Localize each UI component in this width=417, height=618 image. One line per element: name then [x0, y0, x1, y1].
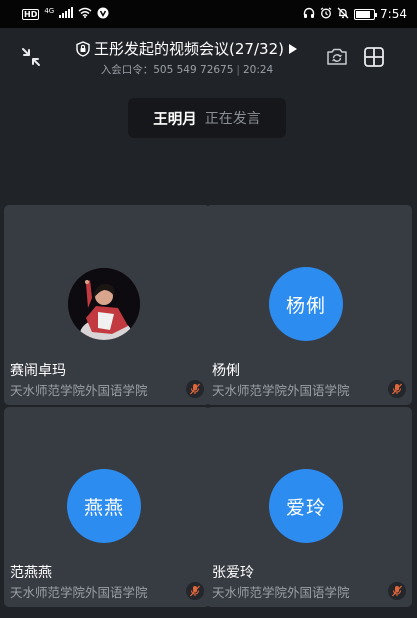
mic-muted-icon	[388, 582, 406, 600]
participant-org: 天水师范学院外国语学院	[10, 383, 148, 398]
mic-muted-icon	[186, 380, 204, 398]
participant-avatar: 爱玲	[269, 469, 343, 543]
active-speaker-name: 王明月	[153, 111, 197, 128]
wifi-icon	[78, 7, 92, 21]
participant-tile[interactable]: 赛闹卓玛 天水师范学院外国语学院	[4, 205, 210, 405]
active-speaker-indicator: 王明月 正在发言	[128, 98, 286, 138]
hd-badge: HD	[22, 8, 40, 20]
network-type: 4G	[44, 7, 55, 15]
headset-icon	[303, 7, 315, 22]
alarm-icon	[320, 7, 332, 22]
switch-camera-button[interactable]	[324, 44, 350, 70]
title-row: 王彤发起的视频会议(27/32)	[64, 38, 310, 59]
vpn-icon	[97, 7, 109, 22]
meeting-code: 505 549 72675	[153, 64, 234, 76]
participant-name: 杨俐	[212, 363, 240, 379]
participant-tile[interactable]: 燕燕 范燕燕 天水师范学院外国语学院	[4, 407, 210, 607]
participant-name: 张爱玲	[212, 565, 254, 581]
meeting-header: 王彤发起的视频会议(27/32) 入会口令：505 549 72675 | 20:2…	[0, 28, 417, 86]
participant-avatar: 燕燕	[67, 469, 141, 543]
signal-icon	[59, 7, 74, 21]
participant-name: 范燕燕	[10, 565, 52, 581]
participant-photo	[68, 268, 140, 340]
collapse-icon	[22, 48, 40, 66]
participant-avatar: 杨俐	[269, 267, 343, 341]
status-right: 7:54	[303, 7, 407, 22]
grid-view-icon	[364, 47, 384, 67]
status-left: HD 4G	[22, 7, 109, 22]
lock-icon	[76, 40, 90, 57]
meeting-title: 王彤发起的视频会议(27/32)	[94, 40, 284, 58]
participant-org: 天水师范学院外国语学院	[212, 383, 350, 398]
subtitle-divider: |	[236, 64, 240, 76]
participant-tile[interactable]: 杨俐 杨俐 天水师范学院外国语学院	[206, 205, 412, 405]
active-speaker-status: 正在发言	[204, 111, 261, 127]
switch-camera-icon	[327, 48, 347, 65]
battery-icon	[354, 8, 378, 20]
participant-tile[interactable]: 爱玲 张爱玲 天水师范学院外国语学院	[206, 407, 412, 607]
participant-org: 天水师范学院外国语学院	[212, 585, 350, 600]
participant-org: 天水师范学院外国语学院	[10, 585, 148, 600]
status-bar: HD 4G 7:54	[0, 0, 417, 28]
meeting-title-area[interactable]: 王彤发起的视频会议(27/32) 入会口令：505 549 72675 | 20:2…	[64, 38, 310, 77]
meeting-screen: HD 4G 7:54 王彤发起的视频会议(27/32) 入会口令：505 549…	[0, 0, 417, 618]
play-arrow-icon	[288, 43, 297, 54]
mic-muted-icon	[186, 582, 204, 600]
mic-muted-icon	[388, 380, 406, 398]
mute-icon	[337, 7, 349, 22]
meeting-subtitle: 入会口令：505 549 72675 | 20:24	[64, 62, 310, 77]
grid-view-button[interactable]	[361, 44, 387, 70]
meeting-code-label: 入会口令：	[100, 64, 154, 76]
meeting-duration: 20:24	[242, 64, 274, 76]
participant-name: 赛闹卓玛	[10, 363, 66, 379]
battery-level	[356, 10, 371, 18]
status-time: 7:54	[380, 7, 407, 21]
collapse-button[interactable]	[18, 44, 44, 70]
